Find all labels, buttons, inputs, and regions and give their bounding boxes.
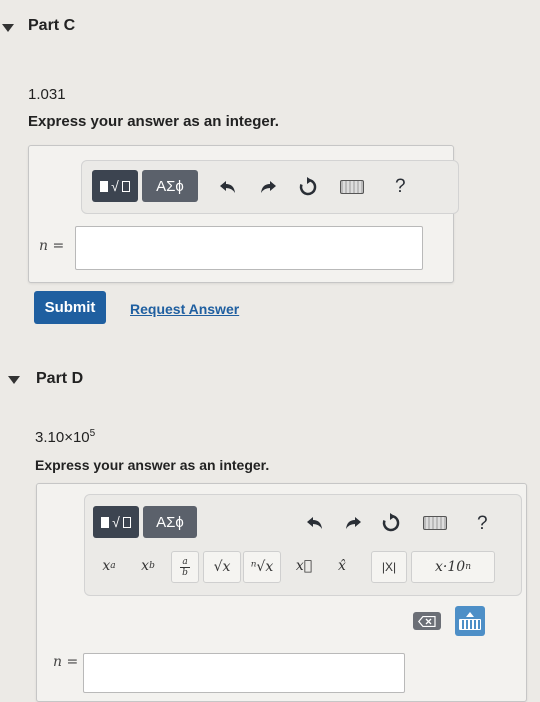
keyboard-icon[interactable] <box>338 175 366 199</box>
nth-root-template-button[interactable]: ⁿ√x <box>243 551 281 583</box>
keyboard-icon[interactable] <box>421 511 449 535</box>
template-toggle-button[interactable]: √ <box>93 506 139 538</box>
part-c-answer-input[interactable] <box>75 226 423 270</box>
symbols-button[interactable]: ΑΣϕ <box>143 506 197 538</box>
subscript-template-button[interactable]: xb <box>131 551 165 581</box>
unit-vector-template-button[interactable]: x̂ <box>327 551 357 581</box>
redo-icon[interactable] <box>254 173 282 201</box>
fraction-template-button[interactable]: a b <box>171 551 199 583</box>
superscript-template-button[interactable]: xa <box>91 551 127 581</box>
part-d-value-mantissa: 3.10×10 <box>35 429 90 446</box>
request-answer-link[interactable]: Request Answer <box>130 301 239 317</box>
part-c-heading: Part C <box>28 17 76 34</box>
submit-button[interactable]: Submit <box>34 291 106 324</box>
part-d-toolbar: √ ΑΣϕ ? xa xb a b √x ⁿ√x x⃗ x̂ |X| x·10 … <box>84 494 522 596</box>
part-c-collapse-caret[interactable] <box>2 24 14 32</box>
scientific-notation-template-button[interactable]: x·10 n <box>411 551 495 583</box>
help-icon[interactable]: ? <box>477 513 488 535</box>
delete-icon <box>418 615 436 627</box>
part-d-heading: Part D <box>36 370 84 387</box>
absolute-value-template-button[interactable]: |X| <box>371 551 407 583</box>
template-icon: √ <box>101 514 131 530</box>
part-c-instruction: Express your answer as an integer. <box>28 113 279 130</box>
symbols-button[interactable]: ΑΣϕ <box>142 170 198 202</box>
undo-icon[interactable] <box>214 173 242 201</box>
delete-button[interactable] <box>413 612 441 630</box>
square-root-template-button[interactable]: √x <box>203 551 241 583</box>
reset-icon[interactable] <box>294 173 322 201</box>
part-d-collapse-caret[interactable] <box>8 376 20 384</box>
reset-icon[interactable] <box>377 509 405 537</box>
part-c-toolbar: √ ΑΣϕ ? <box>81 160 459 214</box>
undo-icon[interactable] <box>301 509 329 537</box>
part-c-variable-label: n = <box>39 238 65 254</box>
template-toggle-button[interactable]: √ <box>92 170 138 202</box>
part-d-value: 3.10×105 <box>35 428 95 446</box>
part-d-answer-input[interactable] <box>83 653 405 693</box>
part-d-value-exponent: 5 <box>89 428 96 439</box>
redo-icon[interactable] <box>339 509 367 537</box>
vector-template-button[interactable]: x⃗ <box>289 551 319 581</box>
part-d-answer-box: √ ΑΣϕ ? xa xb a b √x ⁿ√x x⃗ x̂ |X| x·10 … <box>36 483 527 702</box>
template-icon: √ <box>100 178 130 194</box>
part-c-answer-box: √ ΑΣϕ ? n = <box>28 145 459 283</box>
help-icon[interactable]: ? <box>395 176 406 198</box>
part-d-instruction: Express your answer as an integer. <box>35 457 270 473</box>
part-d-variable-label: n = <box>53 654 79 670</box>
part-c-value: 1.031 <box>28 86 66 103</box>
keyboard-toggle-button[interactable] <box>455 606 485 636</box>
keyboard-toggle-icon <box>459 619 481 630</box>
